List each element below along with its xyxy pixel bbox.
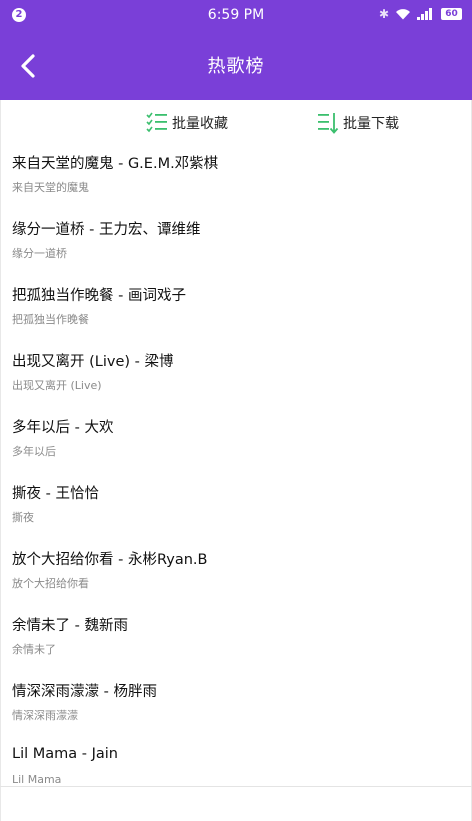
back-button[interactable] <box>14 52 42 80</box>
song-subtitle: 来自天堂的魔鬼 <box>12 181 89 194</box>
page-title: 热歌榜 <box>207 56 265 77</box>
song-list-item[interactable]: 多年以后 - 大欢 多年以后 <box>1 410 471 476</box>
batch-download-button[interactable]: 批量下载 <box>317 111 399 135</box>
song-title: 放个大招给你看 - 永彬Ryan.B <box>12 552 208 568</box>
song-list-item[interactable]: 撕夜 - 王恰恰 撕夜 <box>1 476 471 542</box>
song-subtitle: 放个大招给你看 <box>12 577 89 590</box>
checklist-icon <box>146 112 167 133</box>
song-title: 余情未了 - 魏新雨 <box>12 618 128 634</box>
download-list-icon <box>318 113 339 134</box>
song-subtitle: 出现又离开 (Live) <box>12 379 102 392</box>
song-list-item[interactable]: 出现又离开 (Live) - 梁博 出现又离开 (Live) <box>1 344 471 410</box>
song-title: 情深深雨濛濛 - 杨胖雨 <box>12 684 157 700</box>
wifi-icon <box>395 8 411 20</box>
song-subtitle: 缘分一道桥 <box>12 247 67 260</box>
notification-count-badge: 2 <box>12 8 26 22</box>
song-subtitle: 情深深雨濛濛 <box>12 709 78 722</box>
song-title: 来自天堂的魔鬼 - G.E.M.邓紫棋 <box>12 156 219 172</box>
song-list: 来自天堂的魔鬼 - G.E.M.邓紫棋 来自天堂的魔鬼 缘分一道桥 - 王力宏、… <box>0 146 472 821</box>
batch-favorite-button[interactable]: 批量收藏 <box>146 111 228 135</box>
song-list-item[interactable]: Lil Mama - Jain Lil Mama <box>1 740 471 806</box>
bluetooth-icon: ✱ <box>378 7 389 21</box>
song-list-item[interactable]: 放个大招给你看 - 永彬Ryan.B 放个大招给你看 <box>1 542 471 608</box>
song-list-item[interactable]: 情深深雨濛濛 - 杨胖雨 情深深雨濛濛 <box>1 674 471 740</box>
song-subtitle: 撕夜 <box>12 511 34 524</box>
song-list-item[interactable]: 缘分一道桥 - 王力宏、谭维维 缘分一道桥 <box>1 212 471 278</box>
song-list-item[interactable]: 来自天堂的魔鬼 - G.E.M.邓紫棋 来自天堂的魔鬼 <box>1 146 471 212</box>
song-list-item[interactable]: 余情未了 - 魏新雨 余情未了 <box>1 608 471 674</box>
signal-icon <box>417 8 435 20</box>
batch-download-label: 批量下载 <box>343 116 399 132</box>
song-subtitle: 余情未了 <box>12 643 56 656</box>
divider <box>0 786 472 787</box>
action-bar: 批量收藏 批量下载 <box>0 100 472 146</box>
status-bar: 2 6:59 PM ✱ 60 <box>0 0 472 30</box>
battery-icon: 60 <box>441 8 462 20</box>
song-list-item[interactable]: 把孤独当作晚餐 - 画词戏子 把孤独当作晚餐 <box>1 278 471 344</box>
song-title: 出现又离开 (Live) - 梁博 <box>12 354 174 370</box>
song-subtitle: 把孤独当作晚餐 <box>12 313 89 326</box>
status-icons: ✱ 60 <box>379 7 462 21</box>
song-title: Lil Mama - Jain <box>12 746 118 762</box>
song-title: 缘分一道桥 - 王力宏、谭维维 <box>12 222 201 238</box>
song-subtitle: 多年以后 <box>12 445 56 458</box>
chevron-left-icon <box>21 54 35 78</box>
song-title: 把孤独当作晚餐 - 画词戏子 <box>12 288 186 304</box>
song-title: 撕夜 - 王恰恰 <box>12 486 99 502</box>
song-title: 多年以后 - 大欢 <box>12 420 114 436</box>
status-time: 6:59 PM <box>207 7 265 23</box>
batch-favorite-label: 批量收藏 <box>172 116 228 132</box>
app-bar: 热歌榜 <box>0 30 472 100</box>
song-subtitle: Lil Mama <box>12 773 62 786</box>
